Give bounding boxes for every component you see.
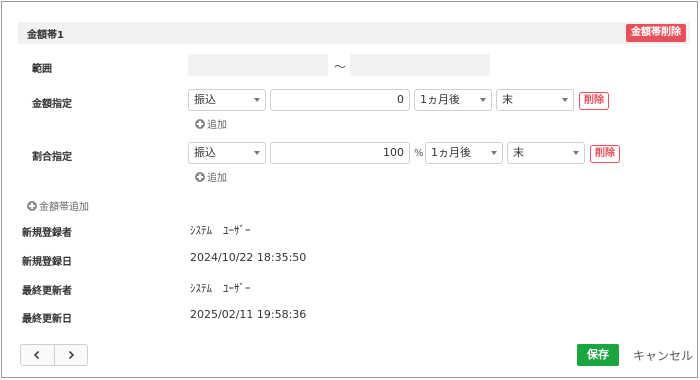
chevron-down-icon bbox=[491, 151, 497, 155]
amount-value-input[interactable]: 0 bbox=[270, 89, 410, 111]
amount-timing-value: 1ヵ月後 bbox=[420, 93, 460, 106]
chevron-down-icon bbox=[573, 151, 579, 155]
range-to-input[interactable] bbox=[350, 54, 490, 76]
prev-button[interactable] bbox=[21, 345, 55, 365]
plus-circle-icon bbox=[195, 171, 205, 182]
created-by-label: 新規登録者 bbox=[22, 228, 72, 239]
ratio-timing-value: 1ヵ月後 bbox=[431, 146, 471, 159]
updated-by-value: ｼｽﾃﾑ ﾕｰｻﾞｰ bbox=[190, 282, 251, 295]
created-at-label: 新規登録日 bbox=[22, 257, 72, 268]
range-separator: ～ bbox=[334, 60, 347, 74]
chevron-down-icon bbox=[254, 98, 260, 102]
add-amount-label: 追加 bbox=[207, 120, 227, 131]
add-ratio-link[interactable]: 追加 bbox=[195, 169, 227, 184]
settings-panel: 金額帯1 金額帯削除 範囲 ～ 金額指定 振込 0 1ヵ月後 末 削除 追加 割… bbox=[1, 1, 698, 378]
delete-ratio-button[interactable]: 削除 bbox=[590, 145, 620, 163]
chevron-right-icon bbox=[68, 350, 74, 360]
ratio-method-select[interactable]: 振込 bbox=[188, 142, 266, 164]
delete-amount-button[interactable]: 削除 bbox=[579, 92, 609, 110]
amount-band-header: 金額帯1 金額帯削除 bbox=[18, 22, 690, 44]
add-amount-link[interactable]: 追加 bbox=[195, 116, 227, 131]
range-from-input[interactable] bbox=[188, 54, 328, 76]
save-button[interactable]: 保存 bbox=[577, 344, 619, 366]
cancel-button[interactable]: キャンセル bbox=[633, 347, 693, 364]
add-amount-band-link[interactable]: 金額帯追加 bbox=[27, 198, 89, 213]
chevron-down-icon bbox=[254, 151, 260, 155]
chevron-down-icon bbox=[480, 98, 486, 102]
amount-day-value: 末 bbox=[502, 93, 513, 106]
created-at-value: 2024/10/22 18:35:50 bbox=[190, 251, 307, 264]
add-amount-band-label: 金額帯追加 bbox=[39, 202, 89, 213]
plus-circle-icon bbox=[27, 200, 37, 211]
amount-day-select[interactable]: 末 bbox=[496, 89, 574, 111]
ratio-method-value: 振込 bbox=[194, 146, 216, 159]
ratio-label: 割合指定 bbox=[32, 152, 72, 163]
chevron-down-icon bbox=[562, 98, 568, 102]
created-by-value: ｼｽﾃﾑ ﾕｰｻﾞｰ bbox=[190, 224, 251, 237]
add-ratio-label: 追加 bbox=[207, 173, 227, 184]
amount-band-title: 金額帯1 bbox=[27, 30, 64, 41]
plus-circle-icon bbox=[195, 118, 205, 129]
chevron-left-icon bbox=[34, 350, 40, 360]
pager bbox=[20, 344, 88, 366]
amount-method-value: 振込 bbox=[194, 93, 216, 106]
amount-method-select[interactable]: 振込 bbox=[188, 89, 266, 111]
delete-amount-band-button[interactable]: 金額帯削除 bbox=[626, 24, 686, 42]
ratio-day-select[interactable]: 末 bbox=[507, 142, 585, 164]
ratio-day-value: 末 bbox=[513, 146, 524, 159]
amount-timing-select[interactable]: 1ヵ月後 bbox=[414, 89, 492, 111]
updated-at-label: 最終更新日 bbox=[22, 314, 72, 325]
updated-by-label: 最終更新者 bbox=[22, 286, 72, 297]
ratio-timing-select[interactable]: 1ヵ月後 bbox=[425, 142, 503, 164]
updated-at-value: 2025/02/11 19:58:36 bbox=[190, 308, 307, 321]
amount-label: 金額指定 bbox=[32, 99, 72, 110]
ratio-value-input[interactable]: 100 bbox=[270, 142, 410, 164]
ratio-unit: % bbox=[414, 148, 424, 159]
range-label: 範囲 bbox=[32, 64, 52, 75]
next-button[interactable] bbox=[55, 345, 88, 365]
